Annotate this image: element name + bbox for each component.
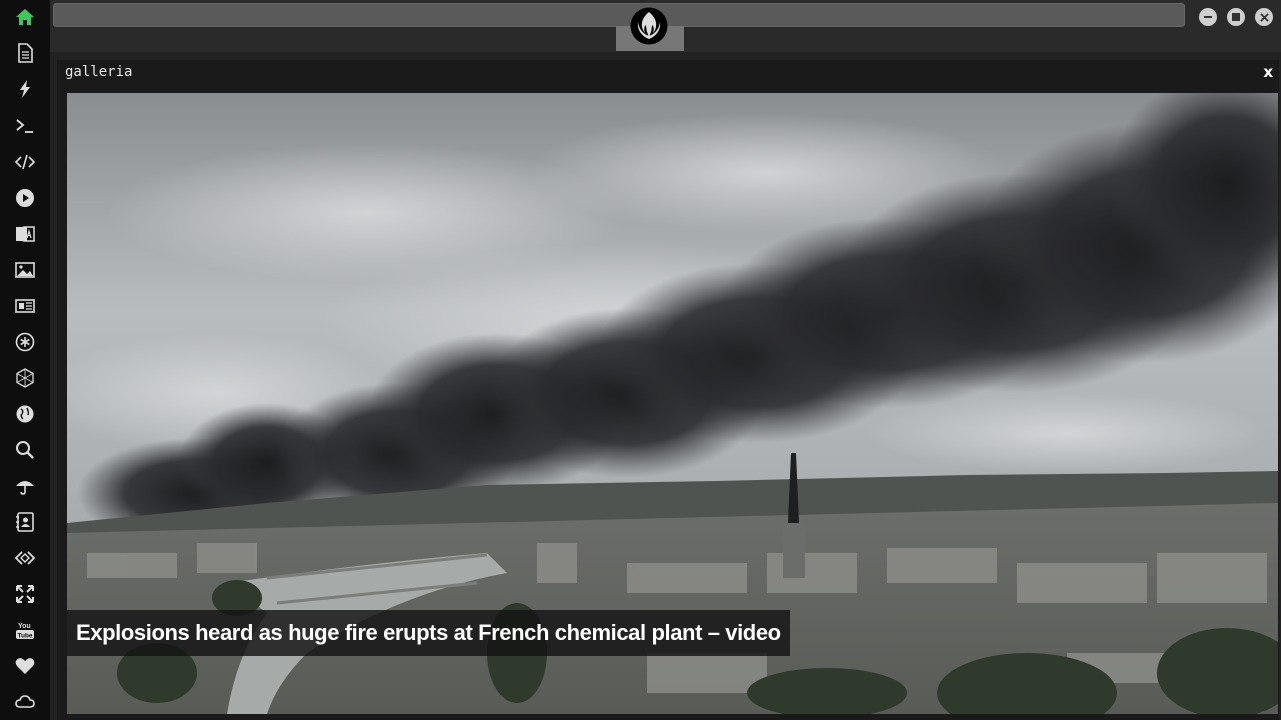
news-icon[interactable] [13,294,37,318]
maximize-icon[interactable] [1227,8,1245,26]
play-icon[interactable] [13,186,37,210]
close-icon[interactable] [1255,8,1273,26]
document-icon[interactable] [13,41,37,65]
gallery-title: galleria [65,64,133,80]
image-caption: Explosions heard as huge fire erupts at … [67,610,790,656]
minimize-icon[interactable] [1199,8,1217,26]
code-icon[interactable] [13,150,37,174]
hexagon-network-icon[interactable] [13,366,37,390]
svg-text:You: You [18,623,31,630]
lightning-icon[interactable] [13,77,37,101]
globe-icon[interactable] [13,402,37,426]
contact-card-icon[interactable] [13,510,37,534]
top-bar [50,0,1281,52]
search-icon[interactable] [13,438,37,462]
rebel-alliance-logo-icon[interactable] [630,7,668,45]
svg-text:Tube: Tube [18,632,33,639]
asterisk-icon[interactable] [13,330,37,354]
umbrella-icon[interactable] [13,474,37,498]
diamond-code-icon[interactable] [13,546,37,570]
image-icon[interactable] [13,258,37,282]
sidebar: You Tube [0,0,50,720]
translate-icon[interactable] [13,222,37,246]
address-bar[interactable] [53,3,1185,27]
cloud-icon[interactable] [13,690,37,714]
youtube-icon[interactable]: You Tube [13,618,37,642]
heart-icon[interactable] [13,654,37,678]
gallery-close-button[interactable]: x [1263,63,1273,81]
expand-arrows-icon[interactable] [13,582,37,606]
home-icon[interactable] [13,5,37,29]
terminal-icon[interactable] [13,114,37,138]
